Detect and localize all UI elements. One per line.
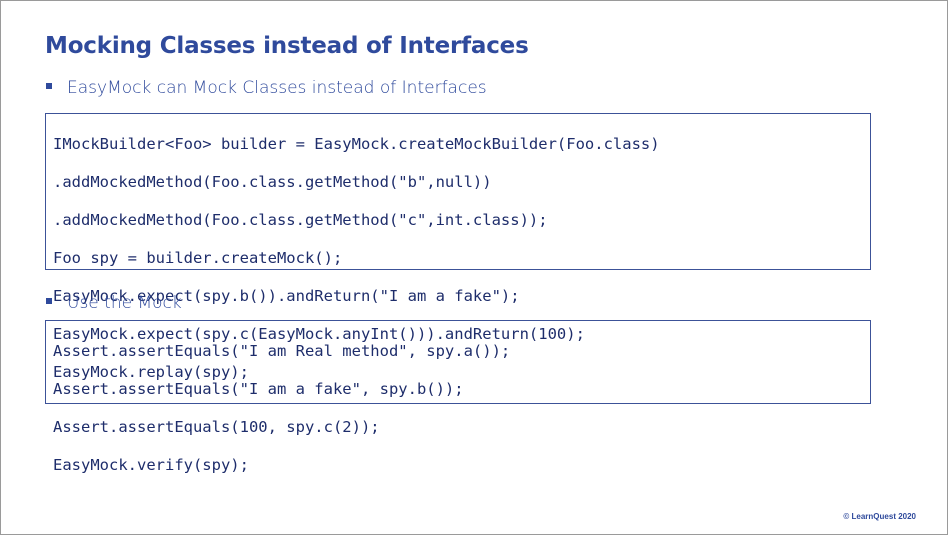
code-line: EasyMock.verify(spy); — [53, 456, 249, 474]
code-block-usage: Assert.assertEquals("I am Real method", … — [45, 320, 871, 474]
code-line: Assert.assertEquals(100, spy.c(2)); — [53, 418, 380, 436]
slide-title: Mocking Classes instead of Interfaces — [45, 33, 529, 59]
bullet-text: Use the Mock — [67, 293, 182, 313]
bullet-item: Use the Mock — [46, 293, 182, 313]
bullet-text: EasyMock can Mock Classes instead of Int… — [67, 78, 487, 98]
code-line: Foo spy = builder.createMock(); — [53, 249, 343, 267]
bullet-item: EasyMock can Mock Classes instead of Int… — [46, 78, 487, 98]
bullet-square-icon — [46, 83, 52, 89]
code-block-setup: IMockBuilder<Foo> builder = EasyMock.cre… — [45, 113, 871, 381]
copyright-footer: © LearnQuest 2020 — [843, 512, 916, 521]
code-line: IMockBuilder<Foo> builder = EasyMock.cre… — [53, 135, 660, 153]
code-line: Assert.assertEquals("I am a fake", spy.b… — [53, 380, 464, 398]
code-line: .addMockedMethod(Foo.class.getMethod("c"… — [53, 211, 548, 229]
code-line: Assert.assertEquals("I am Real method", … — [53, 342, 511, 360]
bullet-square-icon — [46, 298, 52, 304]
code-line: .addMockedMethod(Foo.class.getMethod("b"… — [53, 173, 492, 191]
